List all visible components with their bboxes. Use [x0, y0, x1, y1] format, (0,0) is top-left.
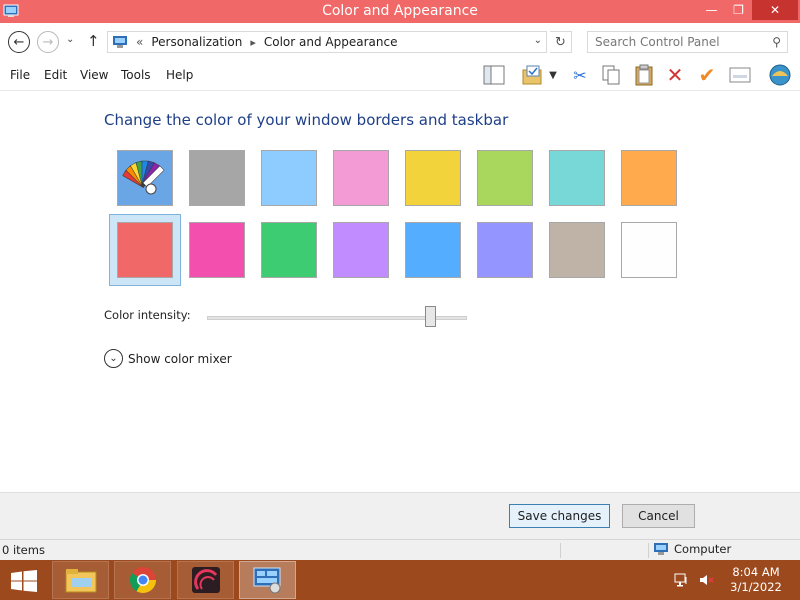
breadcrumb-personalization[interactable]: Personalization: [151, 35, 242, 49]
breadcrumb-color-appearance[interactable]: Color and Appearance: [264, 35, 398, 49]
recent-pages-dropdown[interactable]: ⌄: [66, 34, 74, 45]
page-title: Change the color of your window borders …: [104, 111, 509, 129]
swatch-gray[interactable]: [189, 150, 245, 206]
show-color-mixer-link[interactable]: Show color mixer: [128, 352, 232, 366]
swatch-pink[interactable]: [333, 150, 389, 206]
status-bar: 0 items Computer: [0, 539, 800, 560]
forward-button[interactable]: →: [37, 31, 59, 53]
app-icon: [191, 567, 220, 593]
expand-mixer-icon[interactable]: ⌄: [104, 349, 123, 368]
menu-view[interactable]: View: [80, 68, 108, 82]
minimize-button[interactable]: —: [698, 0, 725, 20]
paste-icon[interactable]: [633, 64, 655, 86]
menu-tools[interactable]: Tools: [121, 68, 151, 82]
button-bar: Save changes Cancel: [0, 492, 800, 539]
swatch-teal[interactable]: [549, 150, 605, 206]
swatch-blue[interactable]: [405, 222, 461, 278]
swatch-automatic[interactable]: [117, 150, 173, 206]
address-field[interactable]: « Personalization ▸ Color and Appearance…: [107, 31, 547, 53]
intensity-slider-thumb[interactable]: [425, 306, 436, 327]
layout-icon[interactable]: [483, 64, 505, 86]
swatch-white[interactable]: [621, 222, 677, 278]
delete-icon[interactable]: ✕: [664, 63, 686, 87]
status-location: Computer: [653, 542, 731, 556]
breadcrumb-separator[interactable]: ▸: [250, 36, 256, 49]
overflow-chevron[interactable]: «: [136, 35, 143, 49]
taskbar-file-explorer[interactable]: [52, 561, 109, 599]
swatch-sky-blue[interactable]: [261, 150, 317, 206]
taskbar: 8:04 AM 3/1/2022: [0, 560, 800, 600]
dropdown-icon[interactable]: ▼: [546, 64, 560, 86]
swatch-orange[interactable]: [621, 150, 677, 206]
menu-edit[interactable]: Edit: [44, 68, 67, 82]
system-clock[interactable]: 8:04 AM 3/1/2022: [725, 565, 787, 595]
clock-time: 8:04 AM: [732, 565, 780, 579]
file-explorer-icon: [65, 569, 96, 593]
maximize-button[interactable]: ❐: [725, 0, 752, 20]
status-divider: [648, 543, 649, 558]
swatch-taupe[interactable]: [549, 222, 605, 278]
taskbar-app[interactable]: [177, 561, 234, 599]
computer-icon: [654, 543, 668, 555]
taskbar-chrome[interactable]: [114, 561, 171, 599]
search-placeholder: Search Control Panel: [595, 35, 720, 49]
save-changes-button[interactable]: Save changes: [509, 504, 610, 528]
search-icon[interactable]: ⚲: [772, 35, 781, 49]
refresh-button[interactable]: ↻: [550, 31, 572, 53]
close-button[interactable]: ✕: [752, 0, 798, 20]
search-input[interactable]: Search Control Panel ⚲: [587, 31, 788, 53]
swatch-green[interactable]: [261, 222, 317, 278]
taskbar-control-panel[interactable]: [239, 561, 296, 599]
address-dropdown[interactable]: ⌄: [534, 35, 542, 46]
color-palette-icon: [118, 151, 172, 205]
cancel-button[interactable]: Cancel: [622, 504, 695, 528]
swatch-magenta[interactable]: [189, 222, 245, 278]
window-icon[interactable]: [729, 64, 751, 86]
control-panel-icon: [113, 36, 127, 48]
main-content: Change the color of your window borders …: [0, 92, 800, 492]
swatch-lavender[interactable]: [477, 222, 533, 278]
swatch-yellow[interactable]: [405, 150, 461, 206]
clock-date: 3/1/2022: [730, 580, 782, 594]
swatch-red[interactable]: [117, 222, 173, 278]
intensity-label: Color intensity:: [104, 308, 191, 322]
network-icon[interactable]: [674, 572, 690, 592]
location-label: Computer: [674, 542, 732, 556]
chrome-icon: [129, 567, 156, 594]
window-title: Color and Appearance: [322, 3, 478, 19]
address-row: ← → ⌄ ↑ « Personalization ▸ Color and Ap…: [0, 23, 800, 60]
menu-help[interactable]: Help: [166, 68, 193, 82]
cut-icon[interactable]: ✂: [569, 64, 591, 86]
check-icon[interactable]: ✔: [696, 63, 718, 87]
volume-muted-icon[interactable]: [698, 572, 714, 592]
menu-file[interactable]: File: [10, 68, 30, 82]
swatch-lime[interactable]: [477, 150, 533, 206]
status-divider: [560, 543, 561, 558]
swatch-violet[interactable]: [333, 222, 389, 278]
folder-properties-icon[interactable]: [521, 64, 543, 86]
windows-start-icon[interactable]: [10, 570, 38, 592]
item-count: 0 items: [2, 543, 45, 557]
title-bar: Color and Appearance — ❐ ✕: [0, 0, 800, 23]
shell-icon[interactable]: [767, 64, 793, 86]
copy-icon[interactable]: [600, 64, 622, 86]
control-panel-icon: [253, 567, 280, 594]
back-button[interactable]: ←: [8, 31, 30, 53]
up-button[interactable]: ↑: [87, 32, 100, 50]
